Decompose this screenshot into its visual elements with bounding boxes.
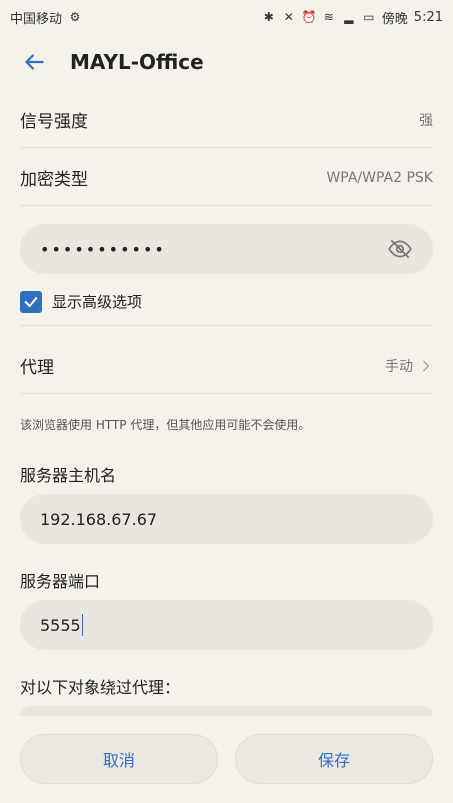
password-input[interactable]: ••••••••••• <box>20 224 433 274</box>
advanced-options-label: 显示高级选项 <box>52 293 143 311</box>
mute-icon: ✕ <box>283 10 294 24</box>
action-buttons: 取消 保存 <box>20 734 433 784</box>
back-button[interactable] <box>20 48 48 76</box>
status-right-text: 傍晚 <box>381 11 408 27</box>
server-port-input[interactable]: 5555 <box>20 600 433 650</box>
status-bar: 中国移动 ⚙ ✱ ✕ ⏰ ≋ ▂ ▭ 傍晚 5:21 <box>0 0 453 34</box>
server-host-value: 192.168.67.67 <box>40 509 158 529</box>
arrow-left-icon <box>25 54 44 70</box>
encryption-type-row: 加密类型 WPA/WPA2 PSK <box>20 150 433 206</box>
encryption-type-value: WPA/WPA2 PSK <box>326 169 433 186</box>
server-host-input[interactable]: 192.168.67.67 <box>20 494 433 544</box>
proxy-note: 该浏览器使用 HTTP 代理，但其他应用可能不会使用。 <box>20 418 311 432</box>
check-icon <box>24 296 38 307</box>
cancel-button[interactable]: 取消 <box>20 734 218 784</box>
carrier-text: 中国移动 <box>10 11 63 27</box>
text-caret <box>81 614 83 636</box>
page-title: MAYL-Office <box>70 50 204 74</box>
app-bar: MAYL-Office <box>0 34 453 90</box>
bluetooth-icon: ✱ <box>263 10 274 24</box>
eye-off-icon[interactable] <box>387 236 413 262</box>
wifi-icon: ≋ <box>323 10 334 24</box>
advanced-options-row[interactable]: 显示高级选项 <box>20 286 433 326</box>
status-left: 中国移动 ⚙ <box>10 8 82 27</box>
chevron-right-icon <box>423 360 429 371</box>
server-host-label: 服务器主机名 <box>20 466 117 485</box>
bypass-input[interactable] <box>20 706 433 716</box>
bypass-label: 对以下对象绕过代理： <box>20 678 181 697</box>
server-port-label: 服务器端口 <box>20 572 101 591</box>
save-button[interactable]: 保存 <box>235 734 433 784</box>
status-time: 5:21 <box>413 9 443 25</box>
encryption-type-label: 加密类型 <box>20 170 88 190</box>
proxy-label: 代理 <box>20 358 54 378</box>
server-port-value: 5555 <box>40 615 81 635</box>
gear-icon: ⚙ <box>69 10 81 24</box>
signal-strength-label: 信号强度 <box>20 112 88 132</box>
battery-icon: ▭ <box>363 10 375 24</box>
status-right: ✱ ✕ ⏰ ≋ ▂ ▭ 傍晚 5:21 <box>262 8 443 27</box>
alarm-icon: ⏰ <box>301 10 317 24</box>
proxy-value: 手动 <box>385 358 413 375</box>
advanced-options-checkbox[interactable] <box>20 290 42 313</box>
proxy-row[interactable]: 代理 手动 <box>20 338 433 394</box>
password-value: ••••••••••• <box>40 239 166 259</box>
signal-strength-row: 信号强度 强 <box>20 92 433 148</box>
signal-strength-value: 强 <box>419 112 433 129</box>
signal-icon: ▂ <box>344 10 354 24</box>
